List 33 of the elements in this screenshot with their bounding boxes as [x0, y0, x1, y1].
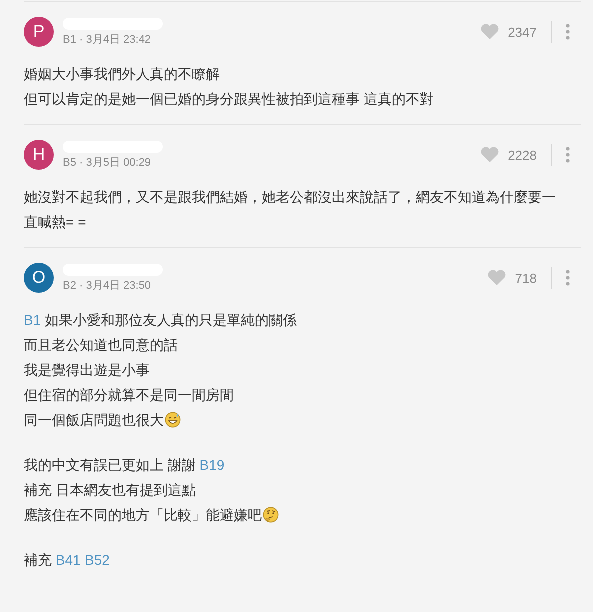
- more-icon[interactable]: [565, 146, 571, 164]
- comment-text: 我的中文有誤已更如上 謝謝: [24, 457, 197, 473]
- like-count: 2347: [508, 24, 537, 40]
- post-meta: B5 · 3月5日 00:29: [63, 156, 152, 170]
- like-count: 2228: [508, 148, 537, 162]
- comment-text: 如果小愛和那位友人真的只是單純的關係: [44, 312, 298, 328]
- comment-text: 而且老公知道也同意的話: [24, 336, 179, 355]
- user-avatar[interactable]: O: [24, 263, 54, 293]
- emoji-icon: [165, 412, 181, 428]
- heart-icon[interactable]: [487, 268, 508, 288]
- comment-text: 同一個飯店問題也很大: [24, 412, 164, 428]
- user-avatar[interactable]: P: [24, 17, 54, 47]
- heart-icon[interactable]: [480, 145, 500, 165]
- post-meta: B1 · 3月4日 23:42: [63, 32, 152, 46]
- heart-icon[interactable]: [480, 22, 500, 42]
- floor-link[interactable]: B19: [200, 457, 225, 473]
- user-avatar[interactable]: H: [24, 140, 54, 170]
- more-icon[interactable]: [565, 269, 571, 287]
- comment-text: 補充 日本網友也有提到這點: [24, 481, 197, 500]
- like-count: 718: [515, 270, 537, 286]
- comment-text: 婚姻大小事我們外人真的不瞭解: [24, 65, 221, 84]
- floor-link[interactable]: B1: [24, 312, 42, 328]
- floor-link[interactable]: B41: [56, 552, 81, 568]
- comment-text: 應該住在不同的地方「比較」能避嫌吧: [24, 507, 262, 523]
- comment-text: 但可以肯定的是她一個已婚的身分跟異性被拍到這種事 這真的不對: [24, 90, 435, 109]
- floor-link[interactable]: B52: [85, 552, 110, 568]
- post-meta: B2 · 3月4日 23:50: [63, 278, 152, 292]
- comment-text: 她沒對不起我們，又不是跟我們結婚，她老公都沒出來說話了，網友不知道為什麼要一直喊熱= =: [24, 188, 557, 232]
- comment-text: 我是覺得出遊是小事: [24, 361, 151, 380]
- comment-text: 補充: [24, 552, 53, 568]
- comment-text: 但住宿的部分就算不是同一間房間: [24, 386, 235, 405]
- emoji-icon: [263, 507, 279, 523]
- more-icon[interactable]: [565, 23, 571, 41]
